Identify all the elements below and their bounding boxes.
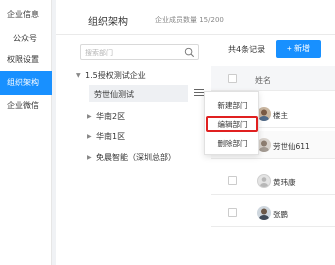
menu-item-new-department[interactable]: 新建部门 — [205, 97, 260, 114]
table-row[interactable]: 张鹏 — [211, 199, 335, 227]
avatar — [257, 174, 271, 188]
table-row[interactable]: 黄玮康 — [211, 167, 335, 195]
column-header-name: 姓名 — [255, 76, 271, 85]
select-all-checkbox[interactable] — [228, 74, 237, 83]
department-search — [80, 44, 199, 60]
highlight-box — [206, 116, 258, 132]
member-name: 张鹏 — [273, 210, 288, 219]
context-menu: 新建部门 编辑部门 删除部门 — [204, 91, 259, 155]
tree-expand-icon[interactable]: ▶ — [87, 154, 92, 161]
row-checkbox[interactable] — [228, 176, 237, 185]
sidebar-item-wecom[interactable]: 企业微信 — [0, 94, 52, 118]
sidebar-item-company-info[interactable]: 企业信息 — [0, 3, 52, 27]
department-search-input[interactable] — [85, 47, 181, 58]
tree-expand-icon[interactable]: ▶ — [87, 113, 92, 120]
row-checkbox[interactable] — [228, 208, 237, 217]
tree-node-huanan1[interactable]: 华南1区 — [96, 131, 125, 142]
menu-icon[interactable] — [194, 89, 204, 98]
page-title: 组织架构 — [88, 17, 128, 28]
sidebar-item-org-structure[interactable]: 组织架构 — [0, 71, 52, 95]
member-name: 黄玮康 — [273, 178, 296, 187]
add-button[interactable]: + 新增 — [276, 40, 321, 58]
avatar — [257, 206, 271, 220]
member-count: 企业成员数量 15/200 — [155, 16, 224, 24]
member-name: 楼主 — [273, 111, 288, 120]
tree-node-laoshixian[interactable]: 劳世仙测试 — [94, 89, 134, 100]
header-divider — [56, 34, 335, 35]
sidebar: 企业信息 公众号 权限设置 组织架构 企业微信 — [0, 0, 52, 265]
tree-node-huanan2[interactable]: 华南2区 — [96, 111, 125, 122]
member-name: 劳世仙611 — [273, 142, 310, 151]
menu-item-delete-department[interactable]: 删除部门 — [205, 135, 260, 152]
tree-root[interactable]: 1.5授权测试企业 — [85, 70, 146, 81]
tree-expand-icon[interactable]: ▶ — [87, 133, 92, 140]
record-count: 共4条记录 — [228, 45, 266, 54]
tree-node-hq[interactable]: 免晨智能（深圳总部） — [96, 152, 176, 163]
tree-collapse-icon[interactable]: ▼ — [76, 72, 81, 79]
app-root: 企业信息 公众号 权限设置 组织架构 企业微信 组织架构 企业成员数量 15/2… — [0, 0, 335, 265]
search-icon[interactable] — [184, 47, 195, 58]
sidebar-item-permissions[interactable]: 权限设置 — [0, 48, 52, 72]
table-header — [211, 66, 335, 91]
